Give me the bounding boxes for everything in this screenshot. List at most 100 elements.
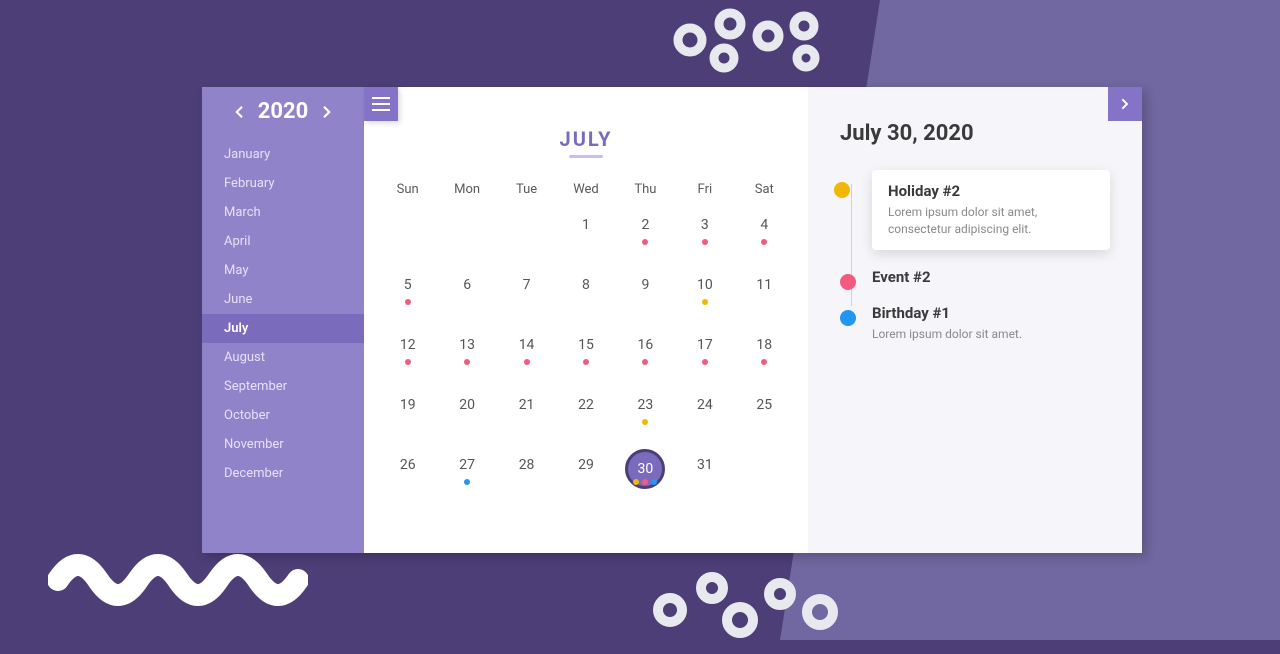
calendar-day-7[interactable]: 7 (497, 271, 556, 331)
calendar-day-21[interactable]: 21 (497, 391, 556, 451)
day-details-panel: July 30, 2020 Holiday #2 Lorem ipsum dolo… (808, 87, 1142, 553)
calendar-day-17[interactable]: 17 (675, 331, 734, 391)
menu-button[interactable] (364, 87, 398, 121)
decor-rings-top (660, 0, 840, 80)
day-number: 26 (400, 451, 416, 473)
sidebar-month-october[interactable]: October (202, 401, 364, 430)
day-number: 21 (519, 391, 535, 413)
calendar-day-26[interactable]: 26 (378, 451, 437, 511)
calendar-day-10[interactable]: 10 (675, 271, 734, 331)
calendar-day-22[interactable]: 22 (556, 391, 615, 451)
sidebar-month-february[interactable]: February (202, 169, 364, 198)
day-number: 14 (519, 331, 535, 353)
calendar-day-14[interactable]: 14 (497, 331, 556, 391)
event-dot-pink (761, 239, 767, 245)
event-title: Birthday #1 (872, 304, 1110, 322)
calendar-day-13[interactable]: 13 (437, 331, 496, 391)
calendar-day-empty (735, 451, 794, 511)
calendar-day-24[interactable]: 24 (675, 391, 734, 451)
event-dot-pink (702, 239, 708, 245)
event-marker-yellow (834, 182, 850, 198)
calendar-day-19[interactable]: 19 (378, 391, 437, 451)
calendar-day-15[interactable]: 15 (556, 331, 615, 391)
calendar-day-11[interactable]: 11 (735, 271, 794, 331)
event-dot-pink (524, 359, 530, 365)
event-title: Holiday #2 (888, 182, 1094, 200)
sidebar-month-september[interactable]: September (202, 372, 364, 401)
sidebar-month-march[interactable]: March (202, 198, 364, 227)
day-number: 19 (400, 391, 416, 413)
event-marker-blue (840, 310, 856, 326)
event-dot-blue (464, 479, 470, 485)
sidebar-month-august[interactable]: August (202, 343, 364, 372)
calendar-grid-panel: JULY SunMonTueWedThuFriSat 1234567891011… (364, 87, 808, 553)
calendar-day-28[interactable]: 28 (497, 451, 556, 511)
details-date: July 30, 2020 (840, 121, 1110, 146)
day-number: 9 (641, 271, 649, 293)
month-title: JULY (378, 127, 794, 151)
calendar-day-12[interactable]: 12 (378, 331, 437, 391)
decor-squiggle (48, 510, 308, 610)
event-dot-pink (464, 359, 470, 365)
day-number: 16 (638, 331, 654, 353)
sidebar-month-may[interactable]: May (202, 256, 364, 285)
sidebar-month-july[interactable]: July (202, 314, 364, 343)
calendar-day-29[interactable]: 29 (556, 451, 615, 511)
day-of-week-header: Thu (616, 174, 675, 211)
calendar-day-18[interactable]: 18 (735, 331, 794, 391)
event-dot-blue (651, 479, 657, 485)
event-description: Lorem ipsum dolor sit amet, consectetur … (888, 204, 1094, 238)
calendar-day-3[interactable]: 3 (675, 211, 734, 271)
calendar-day-1[interactable]: 1 (556, 211, 615, 271)
calendar-day-4[interactable]: 4 (735, 211, 794, 271)
month-sidebar: 2020 JanuaryFebruaryMarchAprilMayJuneJul… (202, 87, 364, 553)
calendar-day-empty (497, 211, 556, 271)
calendar-day-empty (378, 211, 437, 271)
event-item[interactable]: Birthday #1Lorem ipsum dolor sit amet. (872, 304, 1110, 343)
event-item[interactable]: Event #2 (872, 268, 1110, 286)
event-dot-pink (642, 479, 648, 485)
day-number: 23 (638, 391, 654, 413)
calendar-day-25[interactable]: 25 (735, 391, 794, 451)
calendar-day-16[interactable]: 16 (616, 331, 675, 391)
event-title: Event #2 (872, 268, 1110, 286)
day-number: 22 (578, 391, 594, 413)
event-dot-pink (583, 359, 589, 365)
calendar-day-empty (437, 211, 496, 271)
next-year-icon[interactable] (318, 103, 336, 121)
calendar-day-8[interactable]: 8 (556, 271, 615, 331)
next-panel-button[interactable] (1108, 87, 1142, 121)
event-dot-pink (642, 359, 648, 365)
calendar-day-5[interactable]: 5 (378, 271, 437, 331)
day-number: 4 (760, 211, 768, 233)
calendar-day-27[interactable]: 27 (437, 451, 496, 511)
calendar-day-9[interactable]: 9 (616, 271, 675, 331)
sidebar-month-april[interactable]: April (202, 227, 364, 256)
year-selector: 2020 (202, 99, 364, 124)
calendar-day-20[interactable]: 20 (437, 391, 496, 451)
day-of-week-header: Sun (378, 174, 437, 211)
sidebar-month-june[interactable]: June (202, 285, 364, 314)
event-marker-pink (840, 274, 856, 290)
sidebar-month-january[interactable]: January (202, 140, 364, 169)
prev-year-icon[interactable] (230, 103, 248, 121)
day-number: 28 (519, 451, 535, 473)
calendar-day-31[interactable]: 31 (675, 451, 734, 511)
day-number: 7 (523, 271, 531, 293)
calendar-day-6[interactable]: 6 (437, 271, 496, 331)
calendar-day-30[interactable]: 30 (616, 451, 675, 511)
sidebar-month-november[interactable]: November (202, 430, 364, 459)
event-item[interactable]: Holiday #2 Lorem ipsum dolor sit amet, co… (872, 170, 1110, 250)
sidebar-month-december[interactable]: December (202, 459, 364, 488)
event-dot-yellow (633, 479, 639, 485)
day-number: 17 (697, 331, 713, 353)
calendar-day-2[interactable]: 2 (616, 211, 675, 271)
calendar-day-23[interactable]: 23 (616, 391, 675, 451)
day-number: 11 (756, 271, 772, 293)
event-dot-pink (761, 359, 767, 365)
event-dot-pink (702, 359, 708, 365)
day-number: 3 (701, 211, 709, 233)
day-number: 2 (641, 211, 649, 233)
day-of-week-header: Wed (556, 174, 615, 211)
day-number: 27 (459, 451, 475, 473)
